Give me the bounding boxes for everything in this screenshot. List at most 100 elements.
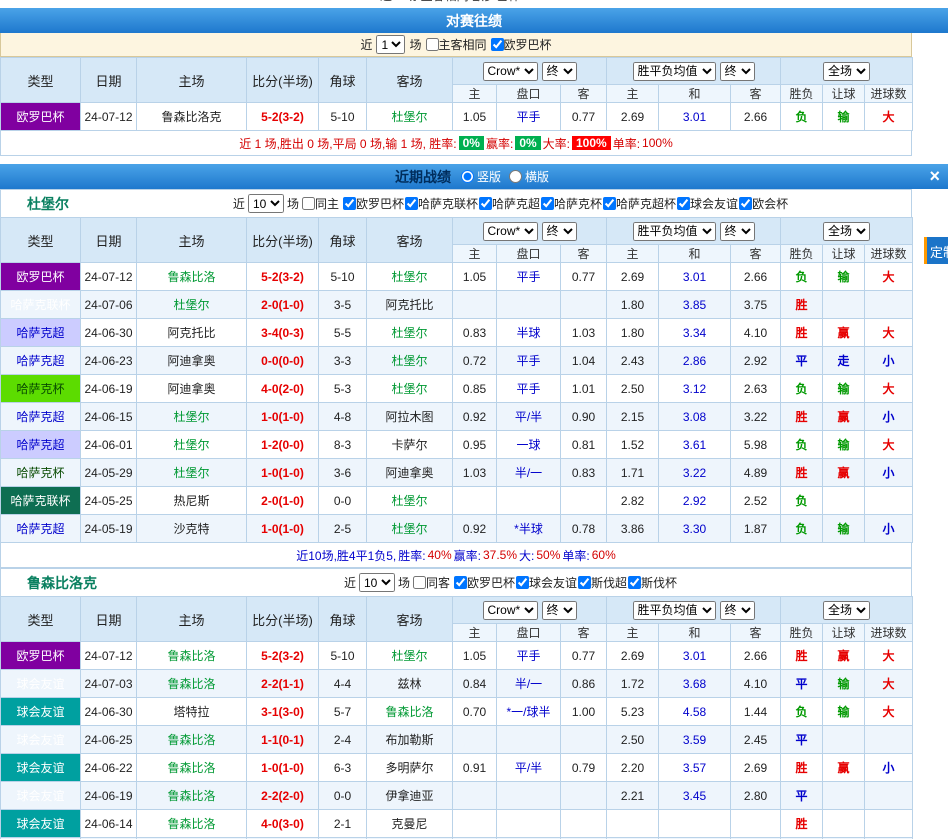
cell-home-team: 鲁森比洛 xyxy=(137,670,247,698)
league-filter[interactable]: 哈萨克杯 xyxy=(541,195,602,212)
cell-asia-away-odds: 0.79 xyxy=(561,754,607,782)
cell-result-goals: 大 xyxy=(865,319,913,347)
cell-home-team: 杜堡尔 xyxy=(137,459,247,487)
cell-result-wdl: 负 xyxy=(781,375,823,403)
cell-score: 0-0(0-0) xyxy=(247,347,319,375)
cell-asia-home-odds xyxy=(453,810,497,838)
col-header-away-team: 客场 xyxy=(367,58,453,103)
league-filter[interactable]: 斯伐杯 xyxy=(628,574,677,591)
europe-company-select[interactable]: 胜平负均值 xyxy=(633,62,716,81)
cell-euro-home-odds: 1.52 xyxy=(607,431,659,459)
league-checkbox[interactable] xyxy=(343,197,356,210)
match-row: 哈萨克杯24-05-29杜堡尔1-0(1-0)3-6阿迪拿奥1.03半/一0.8… xyxy=(1,459,913,487)
cell-euro-away-odds: 4.10 xyxy=(731,319,781,347)
cell-euro-home-odds: 2.69 xyxy=(607,642,659,670)
league-checkbox[interactable] xyxy=(578,576,591,589)
league-checkbox[interactable] xyxy=(603,197,616,210)
league-checkbox[interactable] xyxy=(739,197,752,210)
vertical-view-option[interactable]: 竖版 xyxy=(461,168,501,185)
cell-date: 24-06-19 xyxy=(81,782,137,810)
cell-asia-away-odds: 0.77 xyxy=(561,263,607,291)
cell-score: 4-0(3-0) xyxy=(247,810,319,838)
cell-league: 哈萨克杯 xyxy=(1,375,81,403)
asia-state-select[interactable]: 终 xyxy=(542,62,577,81)
europe-state-select[interactable]: 终 xyxy=(720,222,755,241)
cell-asia-home-odds: 0.91 xyxy=(453,754,497,782)
customize-tab[interactable]: 定制 xyxy=(924,237,948,264)
cell-result-goals: 小 xyxy=(865,347,913,375)
europe-state-select[interactable]: 终 xyxy=(720,601,755,620)
scope-select[interactable]: 全场 xyxy=(823,601,870,620)
same-away-filter[interactable]: 同客 xyxy=(413,574,450,591)
h2h-count-select[interactable]: 1 xyxy=(376,35,405,54)
same-home-checkbox[interactable] xyxy=(302,197,315,210)
league-filter[interactable]: 哈萨克超 xyxy=(479,195,540,212)
league-filter[interactable]: 哈萨克联杯 xyxy=(405,195,478,212)
scope-select[interactable]: 全场 xyxy=(823,222,870,241)
cell-result-goals: 小 xyxy=(865,754,913,782)
cell-score: 1-0(1-0) xyxy=(247,403,319,431)
league-checkbox[interactable] xyxy=(541,197,554,210)
cell-result-goals: 大 xyxy=(865,263,913,291)
vertical-view-radio[interactable] xyxy=(461,170,474,183)
league-filter[interactable]: 斯伐超 xyxy=(578,574,627,591)
europe-state-select[interactable]: 终 xyxy=(720,62,755,81)
league-checkbox[interactable] xyxy=(677,197,690,210)
sub-header: 客 xyxy=(561,245,607,263)
europe-company-select[interactable]: 胜平负均值 xyxy=(633,222,716,241)
cell-result-handicap xyxy=(823,291,865,319)
league-filter[interactable]: 球会友谊 xyxy=(677,195,738,212)
league-checkbox[interactable] xyxy=(628,576,641,589)
cell-away-team: 克曼尼 xyxy=(367,810,453,838)
asia-state-select[interactable]: 终 xyxy=(542,601,577,620)
europe-company-select[interactable]: 胜平负均值 xyxy=(633,601,716,620)
league-checkbox[interactable] xyxy=(479,197,492,210)
scope-select[interactable]: 全场 xyxy=(823,62,870,81)
asia-company-select[interactable]: Crow* xyxy=(483,62,538,81)
league-checkbox[interactable] xyxy=(516,576,529,589)
cell-euro-away-odds: 2.69 xyxy=(731,754,781,782)
sub-header: 进球数 xyxy=(865,245,913,263)
cell-handicap: 平手 xyxy=(497,103,561,131)
cell-asia-away-odds xyxy=(561,782,607,810)
same-venue-checkbox[interactable] xyxy=(426,38,439,51)
match-row: 球会友谊24-06-25鲁森比洛1-1(0-1)2-4布加勒斯2.503.592… xyxy=(1,726,913,754)
cell-date: 24-06-23 xyxy=(81,347,137,375)
cell-result-wdl: 负 xyxy=(781,515,823,543)
asia-company-select[interactable]: Crow* xyxy=(483,222,538,241)
asia-state-select[interactable]: 终 xyxy=(542,222,577,241)
cell-asia-home-odds: 0.70 xyxy=(453,698,497,726)
league-filter[interactable]: 欧罗巴杯 xyxy=(343,195,404,212)
league-checkbox[interactable] xyxy=(454,576,467,589)
cell-result-wdl: 胜 xyxy=(781,319,823,347)
horizontal-view-radio[interactable] xyxy=(509,170,522,183)
cell-asia-home-odds xyxy=(453,726,497,754)
same-away-checkbox[interactable] xyxy=(413,576,426,589)
team1-count-select[interactable]: 10 xyxy=(248,194,284,213)
league-filter[interactable]: 哈萨克超杯 xyxy=(603,195,676,212)
cell-date: 24-06-01 xyxy=(81,431,137,459)
sub-header: 主 xyxy=(453,245,497,263)
close-icon[interactable]: × xyxy=(929,165,940,187)
horizontal-view-label: 横版 xyxy=(525,168,549,185)
same-venue-filter[interactable]: 主客相同 xyxy=(426,36,487,53)
cell-euro-home-odds: 2.21 xyxy=(607,782,659,810)
same-home-filter[interactable]: 同主 xyxy=(302,195,339,212)
horizontal-view-option[interactable]: 横版 xyxy=(509,168,549,185)
league-filter[interactable]: 欧罗巴杯 xyxy=(454,574,515,591)
match-row: 哈萨克超24-06-15杜堡尔1-0(1-0)4-8阿拉木图0.92平/半0.9… xyxy=(1,403,913,431)
scope-header: 全场 xyxy=(781,58,913,85)
league-filter[interactable]: 欧会杯 xyxy=(739,195,788,212)
league-checkbox[interactable] xyxy=(491,38,504,51)
sub-header: 进球数 xyxy=(865,624,913,642)
cell-result-wdl: 平 xyxy=(781,726,823,754)
cell-result-handicap xyxy=(823,782,865,810)
asia-company-select[interactable]: Crow* xyxy=(483,601,538,620)
league-filter[interactable]: 球会友谊 xyxy=(516,574,577,591)
cell-handicap: 平/半 xyxy=(497,403,561,431)
cell-corner: 4-8 xyxy=(319,403,367,431)
cell-away-team: 杜堡尔 xyxy=(367,319,453,347)
team2-count-select[interactable]: 10 xyxy=(359,573,395,592)
league-checkbox[interactable] xyxy=(405,197,418,210)
league-filter[interactable]: 欧罗巴杯 xyxy=(491,36,552,53)
